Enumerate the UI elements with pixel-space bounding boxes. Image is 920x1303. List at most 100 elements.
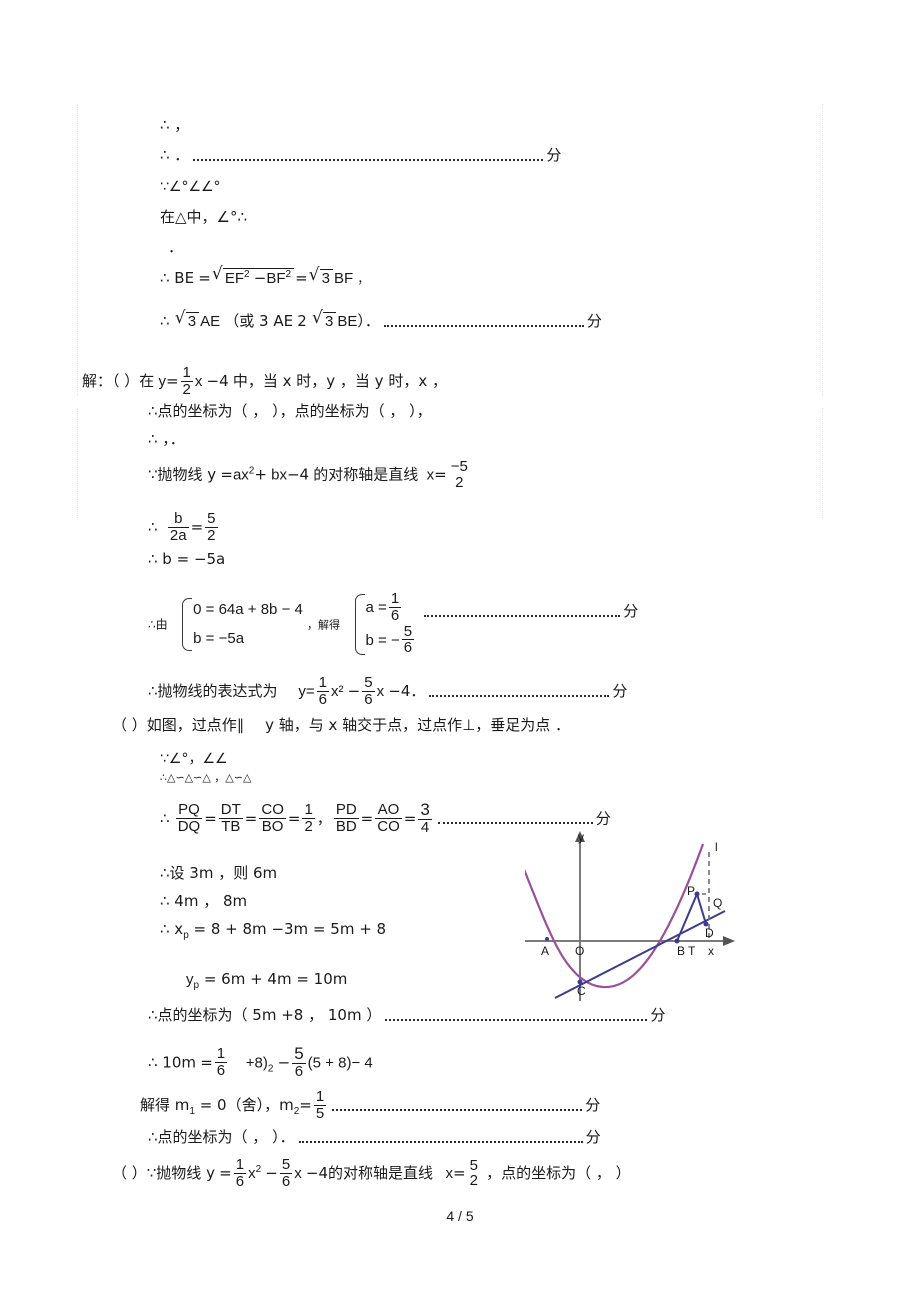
- eq10m-prefix: ∴ 10m: [148, 1053, 197, 1072]
- label-origin: O: [575, 944, 585, 958]
- fraction-1-over-5: 15: [313, 1088, 327, 1122]
- parabola-axis-mid: 的对称轴是直线: [313, 465, 419, 484]
- label-point-Q: Q: [713, 896, 723, 910]
- part3-line: （ ）∵抛物线 y = 1 6 x2 −5 6 x −4的对称轴是直线 x= 5 2 ，点的坐…: [112, 1156, 631, 1191]
- ratio-eq-2: =: [244, 809, 258, 828]
- yp-prefix: y: [186, 971, 194, 988]
- solution-intro-y: y: [158, 373, 166, 391]
- fraction-one-half: 12: [180, 364, 193, 398]
- fraction-3-4: 34: [418, 800, 432, 836]
- margin-guide-right-lower: [822, 408, 823, 518]
- part3-x2: x: [248, 1165, 256, 1183]
- final-point-text: ∴点的坐标为（ ， ）．: [148, 1128, 295, 1146]
- score-marker: 分: [586, 312, 602, 330]
- parabola-expression-minus: −: [347, 682, 361, 701]
- label-x-axis: x: [708, 944, 714, 958]
- dotted-leader: [193, 152, 544, 161]
- figure-svg: [525, 831, 735, 1001]
- fraction-co-bo: CO BO: [259, 801, 286, 835]
- parabola-axis-minus4: −4: [286, 465, 310, 484]
- solution-intro-minus4: −4: [206, 372, 229, 391]
- marker-A: [545, 937, 549, 941]
- proof-line-1: ∴ ，: [160, 116, 190, 134]
- ae-paren-close: ）．: [357, 312, 380, 330]
- parabola-axis-eq2: =: [434, 465, 447, 484]
- solution-intro-x: x: [194, 373, 203, 391]
- be-tail: BF: [333, 270, 354, 287]
- document-page: ∴ ， ∴ ．分 ∵∠°∠∠° 在△中，∠°∴ ． ∴ BE =EF2 −BF2…: [0, 0, 920, 1303]
- parabola-axis-bx: bx: [271, 466, 287, 484]
- xp-expression: = 8 + 8m −3m = 5m + 8: [188, 920, 387, 938]
- sqrt-3-a: 3: [309, 267, 333, 286]
- system-solve-label: ，解得: [307, 618, 341, 632]
- be-minus: −: [253, 269, 267, 287]
- solution-intro-rest: 中，当 x 时，y ，当 y 时，x ，: [232, 372, 447, 391]
- be-eq1: =: [198, 269, 211, 287]
- sqrt-3-b: 3: [175, 310, 200, 329]
- score-marker: 分: [585, 1096, 601, 1115]
- parabola-axis-line: ∵抛物线 y =ax2+ bx−4 的对称轴是直线 x= −5 2: [148, 459, 472, 492]
- label-point-T: T: [688, 944, 696, 958]
- eq10m-minus: −: [277, 1053, 291, 1072]
- part2-heading-prefix: （ ）如图，过点作∥: [112, 716, 245, 734]
- system-sol-row-1: a = 1 6: [365, 590, 402, 624]
- part2-angles: ∵∠°，∠∠: [160, 751, 228, 767]
- label-point-P: P: [687, 884, 696, 898]
- ae-equation: ∴ 3AE （或 3 AE 2 3BE）．分: [160, 310, 602, 330]
- part2-similar-triangles: ∴△∽△∽△ ，△∽△: [160, 771, 252, 784]
- part3-x: x: [294, 1165, 302, 1183]
- part2-heading-rest: y 轴，与 x 轴交于点，过点作⊥，垂足为点 ．: [265, 716, 571, 734]
- page-footer: 4 / 5: [446, 1208, 474, 1224]
- fraction-5-over-6-a: 56: [362, 674, 375, 708]
- dotted-leader: [429, 688, 610, 697]
- part2-solved-line: 解得 m1 = 0（舍），m2= 1 5 分: [140, 1088, 601, 1123]
- dotted-leader: [424, 608, 621, 617]
- part3-eq2: =: [453, 1164, 466, 1183]
- fraction-5-over-2: 52: [469, 1156, 478, 1190]
- margin-guide-left-lower: [77, 408, 78, 518]
- be-root3: 3: [319, 269, 333, 286]
- parabola-expression-line: ∴抛物线的表达式为 y= 1 6 x² −5 6 x −4． 分: [148, 674, 628, 709]
- solved-eq: =: [299, 1096, 312, 1115]
- ratio-eq-1: =: [204, 809, 217, 828]
- segment-pq: [696, 893, 707, 925]
- part3-prefix: （ ）∵抛物线 y: [112, 1164, 215, 1183]
- ae-prefix: ∴: [160, 312, 170, 330]
- fraction-1-over-6-b: 16: [214, 1045, 228, 1079]
- fraction-pq-dq: PQ DQ: [175, 801, 203, 835]
- solution-intro: 解：（ ）在 y= 1 2 x −4 中，当 x 时，y ，当 y 时，x ，: [82, 364, 447, 399]
- score-marker: 分: [623, 602, 639, 621]
- proof-line-5: ．: [168, 238, 184, 256]
- system-eq-row-1: 0 = 64a + 8b − 4: [193, 601, 303, 618]
- parabola-axis-plus: +: [254, 465, 267, 484]
- part3-minus4: −4: [305, 1164, 329, 1183]
- parabola-expression-minus4: −4: [388, 682, 411, 701]
- be-radicand-b-sup: 2: [285, 269, 292, 280]
- solution-intro-eq: =: [165, 372, 179, 391]
- be-radicand-a-sup: 2: [244, 269, 250, 280]
- part3-mid: 的对称轴是直线: [328, 1164, 434, 1183]
- be-radicand-a: EF: [224, 270, 245, 287]
- fraction-1-over-6-a: 16: [316, 674, 329, 708]
- fraction-dt-tb: DT TB: [218, 801, 243, 835]
- coordinate-geometry-figure: y x O A B C D P Q T l: [525, 826, 790, 1031]
- ae-paren-open: （或 3 AE: [224, 312, 294, 330]
- margin-guide-right: [822, 104, 823, 396]
- proof-line-2-text: ∴ ．: [160, 146, 190, 164]
- part3-eq: =: [219, 1164, 232, 1183]
- label-y-axis: y: [578, 830, 584, 844]
- sqrt-ef-bf: EF2 −BF2: [212, 266, 295, 287]
- fraction-5-over-6-c: 56: [279, 1156, 293, 1190]
- score-marker: 分: [585, 1128, 601, 1146]
- yp-expression: = 6m + 4m = 10m: [199, 970, 348, 988]
- system-eq-row-2: b = −5a: [193, 629, 245, 647]
- eq10m-sup2: 2: [267, 1063, 274, 1075]
- score-marker: 分: [612, 682, 628, 701]
- marker-P: [694, 891, 700, 897]
- parabola-curve: [525, 843, 705, 989]
- solved-mid: = 0（舍），m: [194, 1096, 294, 1115]
- part2-final-point-line: ∴点的坐标为（ ， ）． 分: [148, 1130, 601, 1145]
- fraction-5-over-6-b: 56: [292, 1044, 306, 1080]
- part3-tail: ，点的坐标为（ ， ）: [486, 1164, 631, 1183]
- proof-line-4: 在△中，∠°∴: [160, 208, 248, 226]
